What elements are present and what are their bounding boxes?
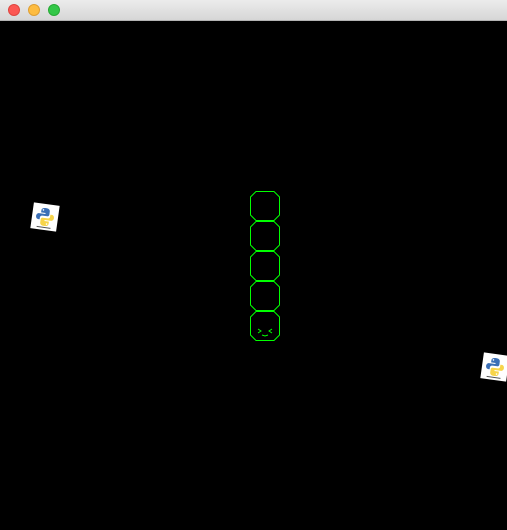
game-window <box>0 0 507 530</box>
snake-head <box>250 311 280 341</box>
python-logo-icon <box>36 207 54 229</box>
maximize-window-button[interactable] <box>48 4 60 16</box>
python-logo-icon <box>486 357 504 379</box>
close-window-button[interactable] <box>8 4 20 16</box>
minimize-window-button[interactable] <box>28 4 40 16</box>
snake-body-segment <box>250 251 280 281</box>
title-bar <box>0 0 507 21</box>
game-canvas[interactable] <box>0 21 507 530</box>
snake-body-segment <box>250 191 280 221</box>
snake-face-icon <box>257 328 273 337</box>
snake-body-segment <box>250 281 280 311</box>
snake-body-segment <box>250 221 280 251</box>
food-item <box>480 352 507 382</box>
food-item <box>30 202 60 232</box>
